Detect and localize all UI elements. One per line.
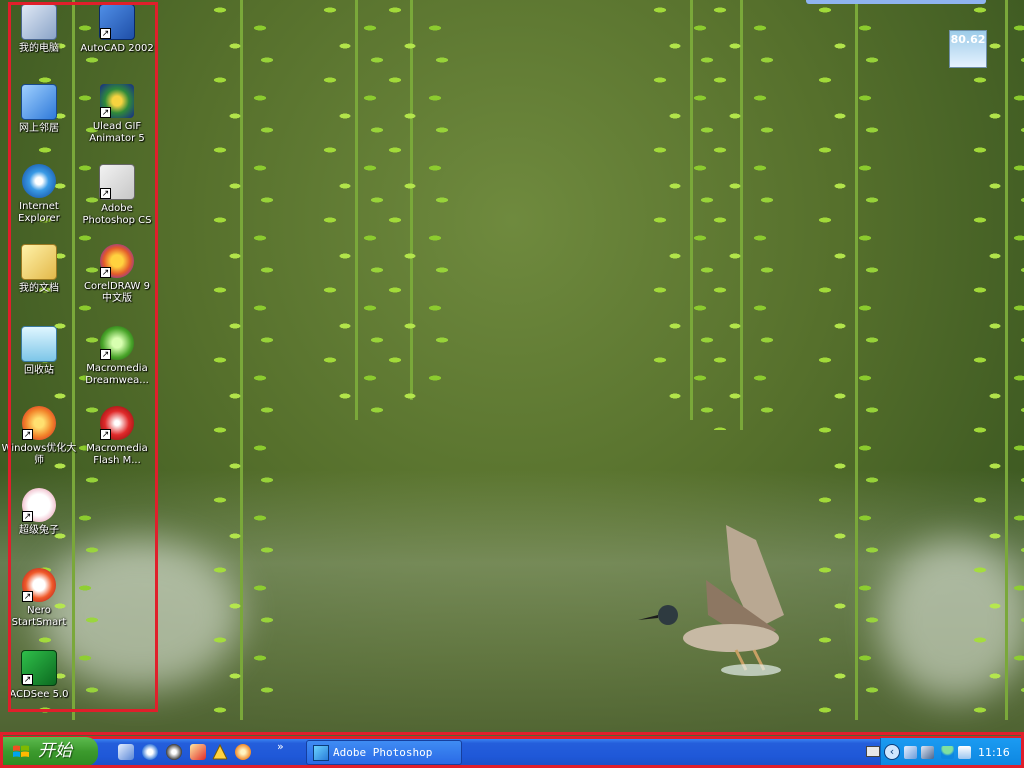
temperature-widget[interactable]: 80.62 [949,30,987,68]
photoshop-app-icon [313,745,329,761]
wallpaper-leaves [380,0,460,400]
antivirus-icon[interactable] [958,746,971,759]
keyboard-icon[interactable] [866,746,880,757]
taskbar-button-photoshop[interactable]: Adobe Photoshop [306,740,462,765]
media-icon[interactable] [190,744,206,760]
temperature-value: 80.62 [950,33,986,46]
monitor-icon[interactable] [921,746,934,759]
desktop-icon[interactable] [118,744,134,760]
browser-icon[interactable] [235,744,251,760]
back-arrow-icon[interactable]: ‹ [884,744,900,760]
icon-column-highlight [8,2,158,712]
network-icon[interactable] [904,746,917,759]
taskbar-clock[interactable]: 11:16 [978,746,1010,759]
wallpaper-leaves [205,0,285,720]
start-label: 开始 [38,741,72,761]
top-floating-bar[interactable] [806,0,986,4]
umbrella-icon[interactable] [941,746,954,759]
globe-icon[interactable] [166,744,182,760]
wallpaper-leaves [810,0,890,720]
taskbar-button-label: Adobe Photoshop [333,746,433,759]
warning-icon[interactable] [212,744,228,760]
windows-logo-icon [13,745,29,757]
quick-launch-chevron[interactable]: » [277,740,284,753]
heron-bird [638,525,784,676]
settings-icon[interactable] [142,744,158,760]
wallpaper-leaves [965,0,1024,720]
wallpaper-leaves [705,0,785,430]
